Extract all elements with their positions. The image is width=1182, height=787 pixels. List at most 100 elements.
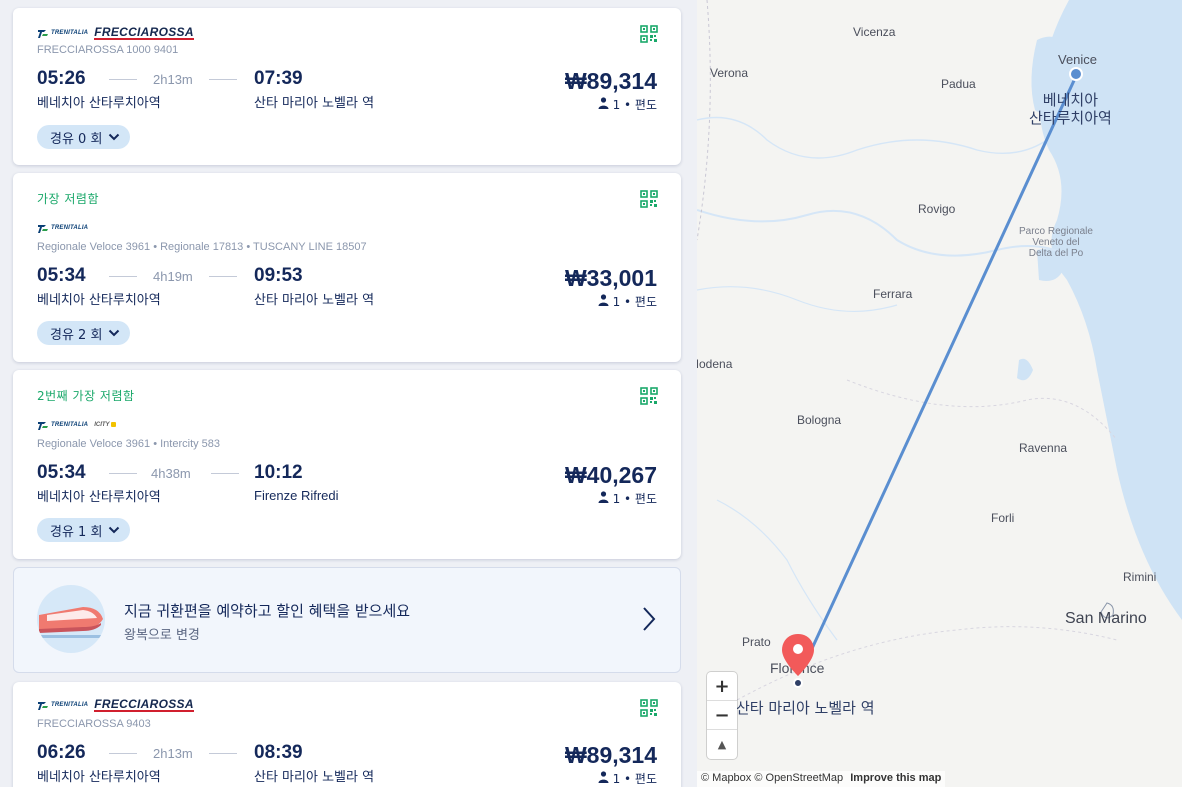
chevron-down-icon xyxy=(108,326,120,341)
destination-marker xyxy=(793,678,803,688)
zoom-controls: + − ▲ xyxy=(707,672,737,759)
destination-label: 산타 마리아 노벨라 역 xyxy=(736,699,875,717)
chevron-down-icon xyxy=(108,523,120,538)
price: ₩89,314 xyxy=(564,68,657,94)
from-station: 베네치아 산타루치아역 xyxy=(37,770,161,785)
stops-label: 경유 1 회 xyxy=(50,524,103,540)
arrive-time: 10:12 xyxy=(254,462,303,483)
city-label: Ferrara xyxy=(873,287,913,301)
chevron-down-icon xyxy=(108,130,120,145)
zoom-in-button[interactable]: + xyxy=(707,672,737,701)
promo-title: 지금 귀환편을 예약하고 할인 혜택을 받으세요 xyxy=(124,602,411,620)
stops-toggle-button[interactable]: 경유 0 회 xyxy=(37,125,131,149)
result-card[interactable]: TRENITALIA FRECCIAROSSA FRECCIAROSSA 940… xyxy=(13,682,681,787)
city-label: Forli xyxy=(991,511,1015,525)
depart-time: 05:34 xyxy=(37,462,86,483)
result-card[interactable]: TRENITALIA FRECCIAROSSA FRECCIAROSSA 100… xyxy=(13,8,681,165)
cheapest-badge: 가장 저렴함 xyxy=(37,192,100,206)
person-icon xyxy=(598,491,609,506)
passenger-count: 1 • 편도 xyxy=(612,295,657,309)
city-label: Padua xyxy=(941,77,976,91)
city-label: Bologna xyxy=(797,413,842,427)
to-station: 산타 마리아 노벨라 역 xyxy=(254,96,375,111)
duration-line-left xyxy=(109,276,137,277)
stops-label: 경유 2 회 xyxy=(50,327,103,343)
city-label: San Marino xyxy=(1065,610,1147,627)
person-icon xyxy=(598,294,609,309)
trenitalia-logo: TRENITALIA xyxy=(37,27,88,39)
duration-line-left xyxy=(109,473,137,474)
trenitalia-logo: TRENITALIA xyxy=(37,222,88,234)
passenger-info: 1 • 편도 xyxy=(598,490,657,507)
train-illustration xyxy=(37,585,105,653)
price: ₩33,001 xyxy=(564,265,657,291)
city-label: Verona xyxy=(710,66,749,80)
from-station: 베네치아 산타루치아역 xyxy=(37,293,161,308)
compass-icon[interactable]: ▲ xyxy=(707,730,737,759)
duration-line-right xyxy=(209,753,237,754)
operator-logo: TRENITALIA ICITY xyxy=(37,417,116,433)
frecciarossa-logo: FRECCIAROSSA xyxy=(94,25,194,40)
attribution-text[interactable]: © Mapbox © OpenStreetMap xyxy=(701,772,843,784)
promo-subtitle[interactable]: 왕복으로 변경 xyxy=(124,624,200,643)
passenger-info: 1 • 편도 xyxy=(598,96,657,113)
trenitalia-logo: TRENITALIA xyxy=(37,419,88,431)
city-label: Venice xyxy=(1058,52,1098,67)
to-station: 산타 마리아 노벨라 역 xyxy=(254,293,375,308)
from-station: 베네치아 산타루치아역 xyxy=(37,96,161,111)
duration: 4h38m xyxy=(151,466,191,481)
city-label: Ravenna xyxy=(1019,441,1068,455)
operator-logo: TRENITALIA FRECCIAROSSA xyxy=(37,25,194,41)
duration-line-right xyxy=(211,473,239,474)
origin-marker[interactable] xyxy=(1069,67,1083,81)
park-label: Parco Regionale Veneto del Delta del Po xyxy=(1019,226,1093,259)
destination-pin-icon[interactable] xyxy=(781,633,815,681)
qr-code-icon xyxy=(640,25,658,43)
map-attribution: © Mapbox © OpenStreetMap Improve this ma… xyxy=(697,771,946,787)
improve-map-link[interactable]: Improve this map xyxy=(850,772,941,784)
result-card[interactable]: 2번째 가장 저렴함 TRENITALIA ICITY Regionale Ve… xyxy=(13,370,681,559)
route-map[interactable]: Vicenza Verona Padua Venice Rovigo Parco… xyxy=(697,0,1182,787)
city-label: Modena xyxy=(697,357,733,371)
qr-code-icon xyxy=(640,699,658,717)
passenger-info: 1 • 편도 xyxy=(598,770,657,787)
duration-line-left xyxy=(109,753,137,754)
arrive-time: 07:39 xyxy=(254,68,303,89)
second-cheapest-badge: 2번째 가장 저렴함 xyxy=(37,389,135,403)
duration-line-left xyxy=(109,79,137,80)
depart-time: 06:26 xyxy=(37,742,86,763)
zoom-out-button[interactable]: − xyxy=(707,701,737,730)
frecciarossa-logo: FRECCIAROSSA xyxy=(94,697,194,712)
depart-time: 05:34 xyxy=(37,265,86,286)
origin-label: 베네치아 산타루치아역 xyxy=(1029,91,1112,127)
chevron-right-icon[interactable] xyxy=(642,606,656,636)
return-trip-promo[interactable]: 지금 귀환편을 예약하고 할인 혜택을 받으세요 왕복으로 변경 xyxy=(13,567,681,673)
train-name: Regionale Veloce 3961 • Regionale 17813 … xyxy=(37,241,367,253)
city-label: Vicenza xyxy=(853,25,896,39)
result-card[interactable]: 가장 저렴함 TRENITALIA Regionale Veloce 3961 … xyxy=(13,173,681,362)
passenger-count: 1 • 편도 xyxy=(612,98,657,112)
to-station: Firenze Rifredi xyxy=(254,488,339,503)
to-station: 산타 마리아 노벨라 역 xyxy=(254,770,375,785)
arrive-time: 09:53 xyxy=(254,265,303,286)
duration: 4h19m xyxy=(153,269,193,284)
depart-time: 05:26 xyxy=(37,68,86,89)
from-station: 베네치아 산타루치아역 xyxy=(37,490,161,505)
price: ₩89,314 xyxy=(564,742,657,768)
passenger-count: 1 • 편도 xyxy=(612,492,657,506)
stops-toggle-button[interactable]: 경유 2 회 xyxy=(37,321,131,345)
intercity-logo: ICITY xyxy=(94,421,116,428)
operator-logo: TRENITALIA FRECCIAROSSA xyxy=(37,697,194,713)
train-name: FRECCIAROSSA 1000 9401 xyxy=(37,44,179,56)
passenger-count: 1 • 편도 xyxy=(612,772,657,786)
duration: 2h13m xyxy=(153,746,193,761)
duration: 2h13m xyxy=(153,72,193,87)
stops-toggle-button[interactable]: 경유 1 회 xyxy=(37,518,131,542)
train-name: Regionale Veloce 3961 • Intercity 583 xyxy=(37,438,221,450)
price: ₩40,267 xyxy=(564,462,657,488)
qr-code-icon xyxy=(640,190,658,208)
train-name: FRECCIAROSSA 9403 xyxy=(37,718,151,730)
trenitalia-logo: TRENITALIA xyxy=(37,699,88,711)
person-icon xyxy=(598,97,609,112)
person-icon xyxy=(598,771,609,786)
